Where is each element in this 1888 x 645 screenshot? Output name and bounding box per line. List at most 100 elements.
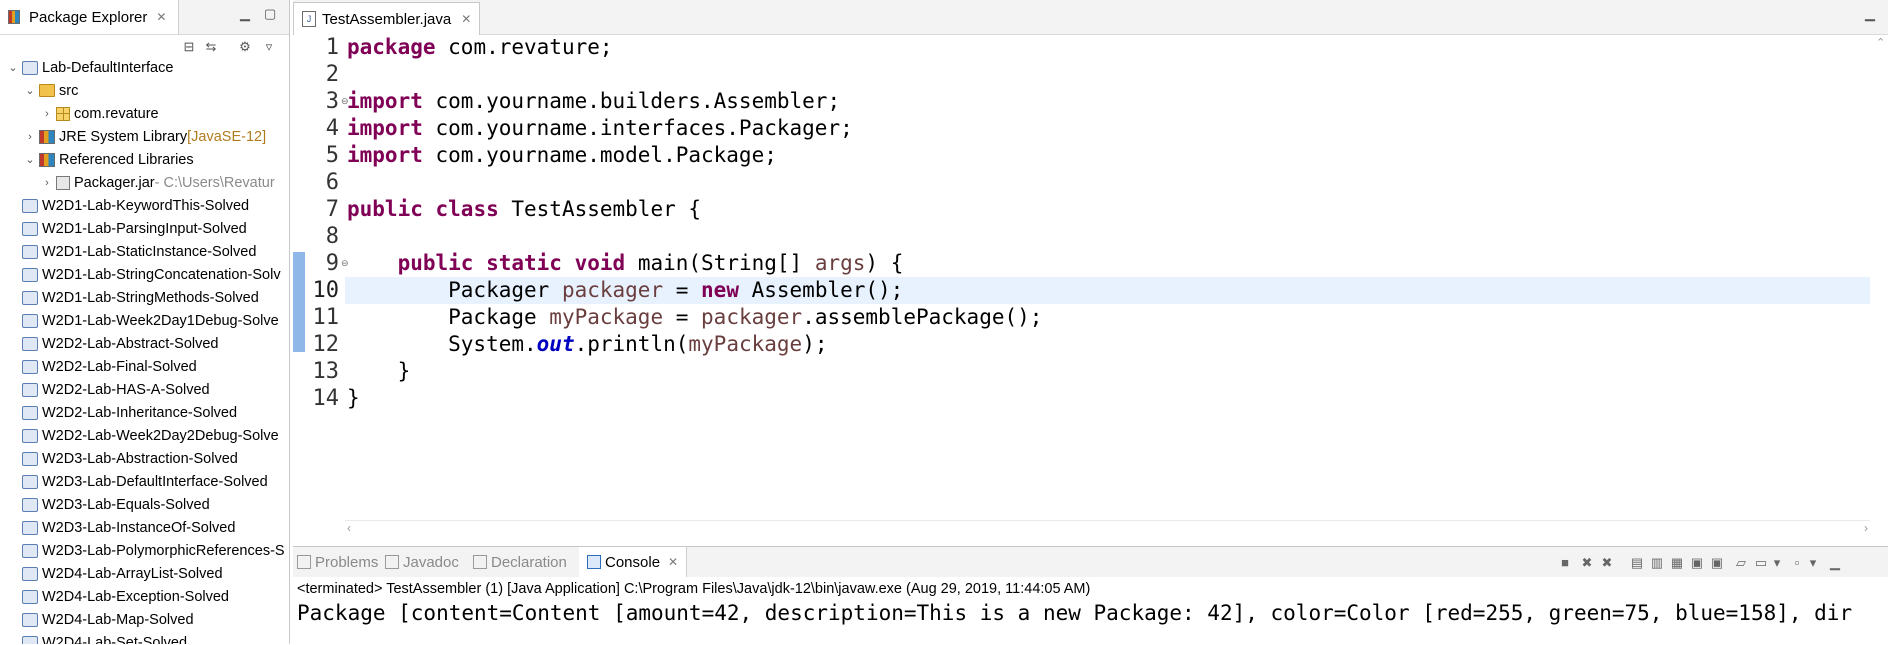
tree-item[interactable]: W2D1-Lab-StringConcatenation-Solv — [0, 263, 289, 286]
expanded-twisty-icon[interactable]: ⌄ — [23, 153, 37, 166]
expanded-twisty-icon[interactable]: ⌄ — [23, 84, 37, 97]
code-token: } — [347, 386, 360, 410]
maximize-icon[interactable]: ▢ — [264, 6, 276, 22]
code-token: com.revature; — [435, 35, 613, 59]
code-line[interactable] — [345, 169, 1870, 196]
scroll-lock-icon[interactable]: ▥ — [1649, 555, 1665, 571]
tree-item[interactable]: W2D4-Lab-Exception-Solved — [0, 585, 289, 608]
word-wrap-icon[interactable]: ▦ — [1669, 555, 1685, 571]
tree-item[interactable]: W2D2-Lab-HAS-A-Solved — [0, 378, 289, 401]
filters-icon[interactable]: ⚙ — [236, 38, 254, 56]
expanded-twisty-icon[interactable]: ⌄ — [6, 61, 20, 74]
terminate-icon[interactable]: ■ — [1557, 555, 1573, 571]
tree-item[interactable]: W2D2-Lab-Abstract-Solved — [0, 332, 289, 355]
tree-item[interactable]: › Packager.jar - C:\Users\Revatur — [0, 171, 289, 194]
tree-item[interactable]: W2D2-Lab-Week2Day2Debug-Solve — [0, 424, 289, 447]
close-icon[interactable]: ✕ — [461, 12, 471, 26]
show-stderr-icon[interactable]: ▣ — [1709, 555, 1725, 571]
tree-item[interactable]: W2D3-Lab-InstanceOf-Solved — [0, 516, 289, 539]
code-line[interactable]: Package myPackage = packager.assemblePac… — [345, 304, 1870, 331]
tree-item-label: W2D1-Lab-StaticInstance-Solved — [42, 243, 257, 260]
tree-item[interactable]: W2D3-Lab-Abstraction-Solved — [0, 447, 289, 470]
tree-item-label: com.revature — [74, 105, 159, 122]
code-line[interactable]: package com.revature; — [345, 34, 1870, 61]
lib-icon — [39, 129, 55, 144]
tree-item[interactable]: W2D1-Lab-Week2Day1Debug-Solve — [0, 309, 289, 332]
tree-item[interactable]: W2D3-Lab-DefaultInterface-Solved — [0, 470, 289, 493]
console-output[interactable]: Package [content=Content [amount=42, des… — [297, 601, 1852, 625]
minimize-icon[interactable]: ▁ — [1827, 555, 1843, 571]
tab-console[interactable]: Console ✕ — [579, 547, 688, 577]
tree-item[interactable]: ⌄ Lab-DefaultInterface — [0, 56, 289, 79]
code-area[interactable]: package com.revature; import com.yourname… — [345, 34, 1870, 412]
code-token: com.yourname.model.Package; — [422, 143, 777, 167]
view-menu-icon[interactable]: ▿ — [260, 38, 278, 56]
javadoc-icon — [385, 555, 399, 569]
tree-item[interactable]: W2D1-Lab-StaticInstance-Solved — [0, 240, 289, 263]
tree-item[interactable]: W2D4-Lab-Set-Solved — [0, 631, 289, 644]
code-line[interactable]: System.out.println(myPackage); — [345, 331, 1870, 358]
scroll-right-icon[interactable]: › — [1864, 521, 1868, 535]
open-console-icon[interactable]: ▫ — [1789, 555, 1805, 571]
clear-console-icon[interactable]: ▤ — [1629, 555, 1645, 571]
close-icon[interactable]: ✕ — [668, 555, 678, 569]
tab-problems[interactable]: Problems — [297, 547, 378, 577]
collapse-all-icon[interactable]: ⊟ — [180, 38, 198, 56]
tree-item[interactable]: W2D3-Lab-Equals-Solved — [0, 493, 289, 516]
tab-package-explorer[interactable]: Package Explorer ✕ — [0, 0, 180, 34]
code-line[interactable]: public class TestAssembler { — [345, 196, 1870, 223]
tab-javadoc[interactable]: Javadoc — [385, 547, 459, 577]
variable-token: args — [814, 251, 866, 275]
tree-item-label: W2D2-Lab-HAS-A-Solved — [42, 381, 210, 398]
link-with-editor-icon[interactable]: ⇆ — [202, 38, 220, 56]
code-line[interactable]: import com.yourname.interfaces.Packager; — [345, 115, 1870, 142]
project-icon — [22, 589, 38, 604]
code-line[interactable]: public static void main(String[] args) { — [345, 250, 1870, 277]
code-line[interactable] — [345, 61, 1870, 88]
code-line[interactable] — [345, 223, 1870, 250]
tree-item[interactable]: W2D4-Lab-Map-Solved — [0, 608, 289, 631]
close-icon[interactable]: ✕ — [156, 10, 166, 24]
tree-item[interactable]: ⌄ src — [0, 79, 289, 102]
tree-item[interactable]: W2D4-Lab-ArrayList-Solved — [0, 562, 289, 585]
collapsed-twisty-icon[interactable]: › — [40, 177, 54, 189]
pkg-icon — [56, 106, 70, 121]
line-number-ruler: 1 2 3 4 5 6 7 8 9 10 11 12 13 14 — [307, 34, 340, 412]
horizontal-scrollbar[interactable]: ‹ › — [345, 520, 1870, 537]
java-editor: J TestAssembler.java ✕ ▁ 1 2 3 4 5 6 7 8 9 10 11 12… — [293, 0, 1888, 544]
collapsed-twisty-icon[interactable]: › — [23, 131, 37, 143]
tree-item[interactable]: › com.revature — [0, 102, 289, 125]
scroll-left-icon[interactable]: ‹ — [347, 521, 351, 535]
tab-declaration[interactable]: Declaration — [473, 547, 567, 577]
tree-item[interactable]: W2D2-Lab-Inheritance-Solved — [0, 401, 289, 424]
code-line[interactable]: Packager packager = new Assembler(); — [345, 277, 1870, 304]
tree-item[interactable]: › JRE System Library [JavaSE-12] — [0, 125, 289, 148]
tree-item[interactable]: W2D1-Lab-ParsingInput-Solved — [0, 217, 289, 240]
console-status-line: <terminated> TestAssembler (1) [Java App… — [297, 581, 1091, 597]
tree-item-label: W2D1-Lab-StringMethods-Solved — [42, 289, 259, 306]
show-stdout-icon[interactable]: ▣ — [1689, 555, 1705, 571]
minimize-icon[interactable]: ▁ — [1865, 6, 1875, 22]
code-line[interactable]: import com.yourname.model.Package; — [345, 142, 1870, 169]
java-file-icon: J — [302, 11, 316, 27]
display-selected-console-icon[interactable]: ▭ — [1753, 555, 1769, 571]
remove-launch-icon[interactable]: ✖ — [1579, 555, 1595, 571]
code-line[interactable]: } — [345, 358, 1870, 385]
dropdown-icon[interactable]: ▾ — [1769, 555, 1785, 571]
tree-item-label: W2D4-Lab-Exception-Solved — [42, 588, 229, 605]
minimize-icon[interactable]: ▁ — [240, 6, 250, 22]
tab-testassembler-java[interactable]: J TestAssembler.java ✕ — [293, 2, 481, 35]
remove-all-terminated-icon[interactable]: ✖ — [1599, 555, 1615, 571]
code-line[interactable]: import com.yourname.builders.Assembler; — [345, 88, 1870, 115]
vertical-scrollbar[interactable]: ⌃ — [1876, 36, 1888, 49]
collapsed-twisty-icon[interactable]: › — [40, 108, 54, 120]
pin-console-icon[interactable]: ▱ — [1733, 555, 1749, 571]
code-line[interactable]: } — [345, 385, 1870, 412]
dropdown-icon[interactable]: ▾ — [1805, 555, 1821, 571]
tree-item[interactable]: W2D3-Lab-PolymorphicReferences-S — [0, 539, 289, 562]
tree-item[interactable]: W2D2-Lab-Final-Solved — [0, 355, 289, 378]
tree-item[interactable]: W2D1-Lab-StringMethods-Solved — [0, 286, 289, 309]
tree-item[interactable]: ⌄ Referenced Libraries — [0, 148, 289, 171]
tree-item[interactable]: W2D1-Lab-KeywordThis-Solved — [0, 194, 289, 217]
